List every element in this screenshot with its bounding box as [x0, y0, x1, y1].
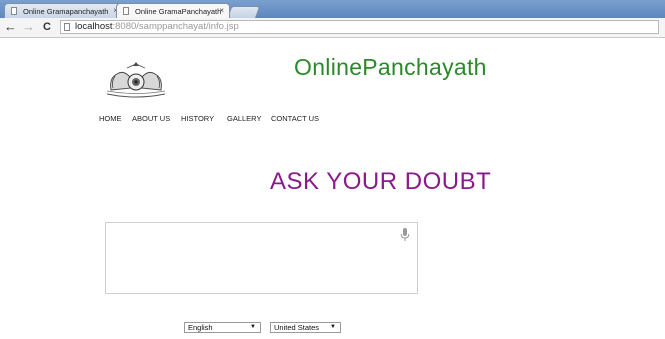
address-path: :8080/samppanchayat/info.jsp — [112, 21, 239, 32]
browser-tab-2[interactable]: Online GramaPanchayath × — [116, 3, 230, 18]
address-host: localhost — [75, 21, 113, 32]
browser-tab-1[interactable]: Online Gramapanchayath × — [4, 3, 124, 18]
chevron-down-icon: ▼ — [330, 324, 336, 330]
region-value: United States — [274, 323, 320, 332]
address-bar[interactable]: localhost:8080/samppanchayat/info.jsp — [60, 20, 659, 34]
site-title: OnlinePanchayath — [294, 54, 487, 80]
nav-gallery[interactable]: GALLERY — [227, 114, 261, 123]
browser-tabstrip: Online Gramapanchayath × Online GramaPan… — [0, 0, 665, 19]
tab-title: Online Gramapanchayath — [23, 7, 109, 16]
nav-home[interactable]: HOME — [99, 114, 122, 123]
nav-history[interactable]: HISTORY — [181, 114, 214, 123]
nav-about-us[interactable]: ABOUT US — [132, 114, 170, 123]
emblem-logo — [106, 62, 166, 98]
nav-contact-us[interactable]: CONTACT US — [271, 114, 319, 123]
browser-toolbar: ← → C localhost:8080/samppanchayat/info.… — [0, 18, 665, 38]
microphone-icon[interactable] — [400, 228, 410, 242]
page-icon — [123, 7, 129, 15]
language-select[interactable]: English ▼ — [184, 322, 261, 333]
back-button[interactable]: ← — [4, 19, 17, 35]
page-heading: ASK YOUR DOUBT — [270, 168, 492, 195]
forward-button[interactable]: → — [22, 19, 35, 35]
doubt-textarea[interactable] — [105, 222, 418, 294]
page-icon — [11, 7, 17, 15]
close-icon[interactable]: × — [219, 6, 224, 15]
page-icon — [64, 23, 70, 31]
reload-button[interactable]: C — [43, 19, 51, 35]
region-select[interactable]: United States ▼ — [270, 322, 341, 333]
language-value: English — [188, 323, 213, 332]
chevron-down-icon: ▼ — [250, 324, 256, 330]
tab-title: Online GramaPanchayath — [135, 7, 222, 16]
